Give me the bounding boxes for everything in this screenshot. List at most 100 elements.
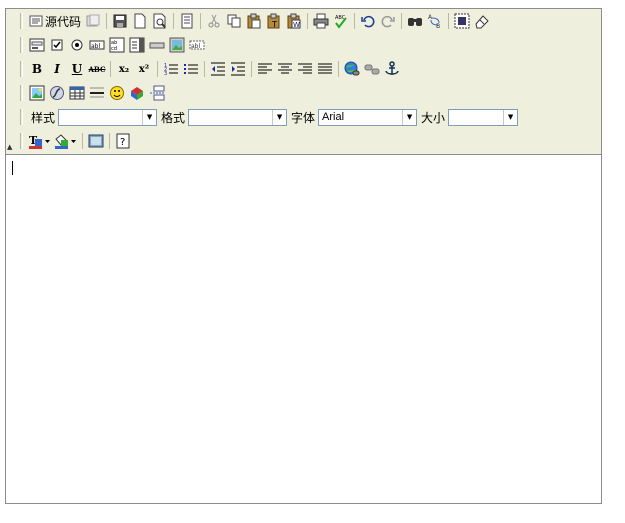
doc-props-icon — [86, 14, 100, 27]
chevron-down-icon[interactable]: ▼ — [142, 109, 156, 125]
bold-icon: B — [31, 62, 43, 76]
bg-color-button[interactable] — [53, 131, 79, 151]
paste-word-button[interactable]: W — [284, 11, 304, 31]
copy-button[interactable] — [224, 11, 244, 31]
ordered-list-button[interactable]: 123 — [161, 59, 181, 79]
style-select[interactable]: ▼ — [58, 108, 158, 126]
radio-icon — [71, 39, 83, 51]
paste-text-button[interactable]: T — [264, 11, 284, 31]
print-button[interactable] — [311, 11, 331, 31]
cut-button[interactable] — [204, 11, 224, 31]
format-select[interactable]: ▼ — [188, 108, 288, 126]
svg-text:W: W — [293, 21, 300, 29]
anchor-icon — [385, 61, 399, 75]
strike-icon: ABC — [88, 64, 106, 74]
bold-button[interactable]: B — [27, 59, 47, 79]
toolbar-grip[interactable] — [20, 37, 23, 53]
remove-format-button[interactable] — [472, 11, 492, 31]
page-break-icon — [150, 85, 165, 101]
preview-button[interactable] — [150, 11, 170, 31]
unlink-button[interactable] — [362, 59, 382, 79]
select-field-button[interactable] — [127, 35, 147, 55]
doc-props-button[interactable] — [83, 11, 103, 31]
outdent-button[interactable] — [208, 59, 228, 79]
text-color-button[interactable]: T — [27, 131, 53, 151]
align-center-icon — [278, 63, 292, 74]
toolbar-grip[interactable] — [20, 13, 23, 29]
anchor-button[interactable] — [382, 59, 402, 79]
unordered-list-button[interactable] — [181, 59, 201, 79]
replace-button[interactable]: AB — [425, 11, 445, 31]
separator — [173, 13, 175, 29]
about-button[interactable]: ? — [113, 131, 133, 151]
templates-button[interactable] — [177, 11, 197, 31]
superscript-button[interactable]: x² — [134, 59, 154, 79]
collapse-toolbar-icon[interactable]: ▲ — [7, 143, 15, 151]
toolbar-grip[interactable] — [20, 133, 23, 149]
strike-button[interactable]: ABC — [87, 59, 107, 79]
chevron-down-icon[interactable]: ▼ — [402, 109, 416, 125]
link-icon — [344, 61, 360, 76]
indent-button[interactable] — [228, 59, 248, 79]
font-select[interactable]: Arial ▼ — [318, 108, 418, 126]
redo-button[interactable] — [378, 11, 398, 31]
textfield-button[interactable]: abl — [87, 35, 107, 55]
separator — [251, 61, 252, 77]
spellcheck-button[interactable]: ABC — [331, 11, 351, 31]
underline-button[interactable]: U — [67, 59, 87, 79]
form-button-button[interactable] — [147, 35, 167, 55]
horizontal-rule-icon — [90, 87, 104, 98]
toolbar-grip[interactable] — [20, 61, 23, 77]
paste-button[interactable] — [244, 11, 264, 31]
new-page-button[interactable] — [130, 11, 150, 31]
select-all-icon — [454, 13, 470, 29]
separator — [448, 13, 450, 29]
toolbar-row-3: B I U ABC x₂ x² 123 — [20, 58, 402, 80]
toolbar-grip[interactable] — [20, 85, 23, 101]
about-icon: ? — [116, 133, 130, 149]
svg-text:T: T — [271, 20, 277, 29]
justify-icon — [318, 63, 332, 74]
checkbox-button[interactable] — [47, 35, 67, 55]
hidden-field-button[interactable]: abl — [187, 35, 207, 55]
size-select[interactable]: ▼ — [448, 108, 519, 126]
spellcheck-icon: ABC — [335, 15, 347, 29]
text-caret — [12, 161, 13, 175]
toolbar-grip[interactable] — [20, 109, 23, 125]
image-icon — [29, 85, 45, 101]
align-center-button[interactable] — [275, 59, 295, 79]
link-button[interactable] — [342, 59, 362, 79]
table-button[interactable] — [67, 83, 87, 103]
chevron-down-icon[interactable]: ▼ — [272, 109, 286, 125]
image-button-button[interactable] — [167, 35, 187, 55]
select-all-button[interactable] — [452, 11, 472, 31]
page-break-button[interactable] — [147, 83, 167, 103]
textarea-button[interactable]: ab cd — [107, 35, 127, 55]
paste-word-icon: W — [287, 13, 301, 29]
align-right-button[interactable] — [295, 59, 315, 79]
separator — [157, 61, 158, 77]
editor-content-area[interactable] — [6, 155, 601, 503]
horizontal-rule-button[interactable] — [87, 83, 107, 103]
maximize-icon — [88, 134, 104, 148]
smiley-button[interactable] — [107, 83, 127, 103]
chevron-down-icon[interactable]: ▼ — [503, 109, 517, 125]
subscript-button[interactable]: x₂ — [114, 59, 134, 79]
editor-toolbar: 源代码 T W ABC AB abl ab cd abl B I U ABC x… — [6, 9, 601, 155]
save-button[interactable] — [110, 11, 130, 31]
image-button[interactable] — [27, 83, 47, 103]
flash-button[interactable] — [47, 83, 67, 103]
align-left-button[interactable] — [255, 59, 275, 79]
justify-button[interactable] — [315, 59, 335, 79]
find-button[interactable] — [405, 11, 425, 31]
undo-button[interactable] — [358, 11, 378, 31]
special-char-button[interactable] — [127, 83, 147, 103]
toolbar-row-2: abl ab cd abl — [20, 34, 207, 56]
italic-button[interactable]: I — [47, 59, 67, 79]
radio-button[interactable] — [67, 35, 87, 55]
ordered-list-icon: 123 — [164, 63, 178, 77]
maximize-button[interactable] — [86, 131, 106, 151]
size-label: 大小 — [421, 110, 446, 125]
form-button[interactable] — [27, 35, 47, 55]
source-button[interactable]: 源代码 — [27, 11, 83, 31]
